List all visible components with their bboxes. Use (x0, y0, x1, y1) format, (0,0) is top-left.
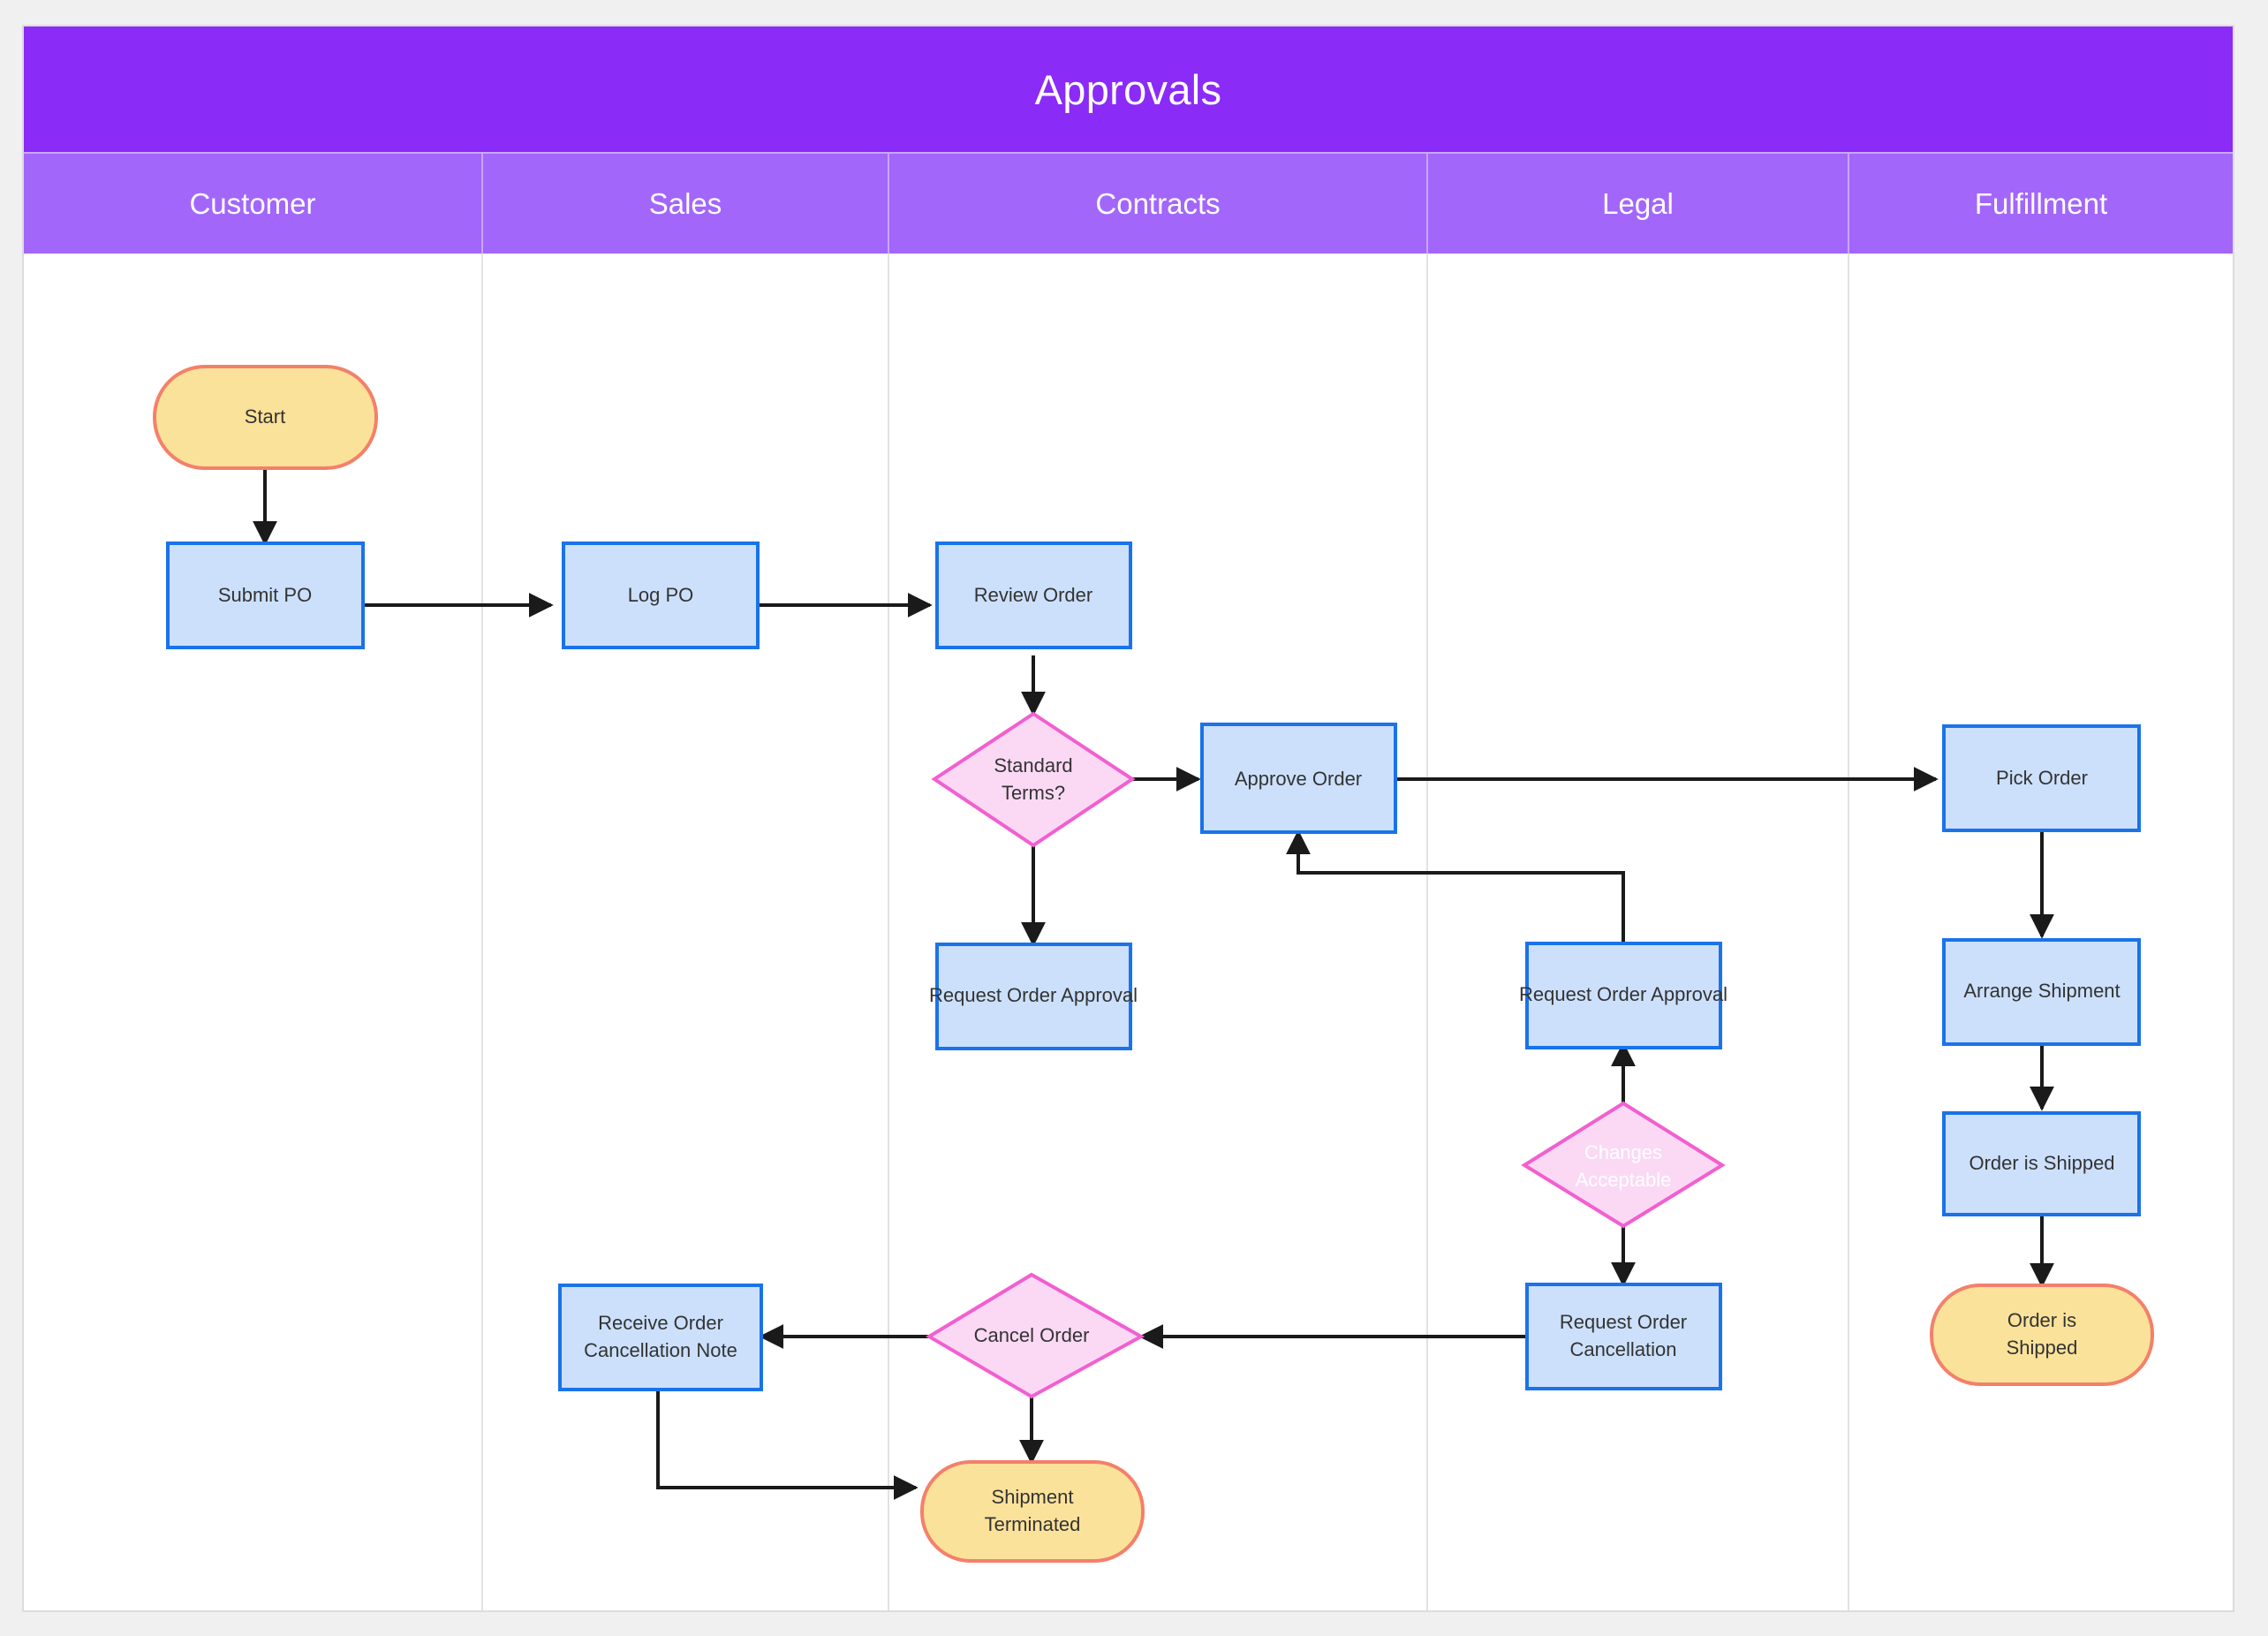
node-standard-terms-label-line2: Terms? (1002, 782, 1065, 804)
node-contracts-request-order-approval-label: Request Order Approval (929, 984, 1138, 1006)
lane-header-label-legal: Legal (1602, 186, 1674, 220)
lane-body-sales (483, 254, 889, 1610)
node-request-order-cancellation-shape (1525, 1283, 1722, 1390)
node-standard-terms-label-line1: Standard (994, 754, 1072, 776)
lane-body-legal (1428, 254, 1849, 1610)
node-receive-order-cancellation-note-shape (558, 1284, 763, 1391)
node-receive-order-cancellation-note-label-line1: Receive Order (598, 1312, 723, 1334)
lane-header-label-fulfillment: Fulfillment (1974, 186, 2108, 220)
node-start-label: Start (245, 405, 285, 428)
node-review-order-label: Review Order (974, 584, 1092, 606)
node-order-is-shipped-terminal-label-line2: Shipped (2007, 1337, 2078, 1359)
node-log-po-label: Log PO (628, 584, 694, 606)
swimlane-diagram: Approvals Customer Sales Contracts Legal… (22, 25, 2234, 1612)
node-receive-order-cancellation-note-label-line2: Cancellation Note (584, 1339, 737, 1361)
node-pick-order-label: Pick Order (1996, 767, 2088, 789)
lane-header-row: Customer Sales Contracts Legal Fulfillme… (24, 152, 2233, 254)
node-arrange-shipment-label: Arrange Shipment (1963, 980, 2120, 1002)
node-shipment-terminated[interactable]: Shipment Terminated (920, 1460, 1145, 1563)
node-order-is-shipped-step-label: Order is Shipped (1969, 1152, 2114, 1174)
node-cancel-order-label: Cancel Order (974, 1324, 1090, 1346)
node-start[interactable]: Start (153, 365, 378, 470)
node-shipment-terminated-label-line2: Terminated (985, 1513, 1081, 1535)
lane-header-legal[interactable]: Legal (1428, 152, 1849, 254)
node-legal-request-order-approval-label: Request Order Approval (1519, 983, 1727, 1005)
node-changes-acceptable-label-line1: Changes (1584, 1141, 1662, 1163)
node-legal-request-order-approval[interactable]: Request Order Approval (1519, 942, 1727, 1049)
node-pick-order[interactable]: Pick Order (1942, 724, 2141, 832)
node-submit-po-label: Submit PO (218, 584, 312, 606)
node-changes-acceptable-label-line2: Acceptable (1576, 1169, 1672, 1191)
lane-header-sales[interactable]: Sales (483, 152, 889, 254)
node-approve-order[interactable]: Approve Order (1200, 723, 1397, 834)
lane-header-label-contracts: Contracts (1095, 186, 1221, 220)
node-order-is-shipped-terminal-label-line1: Order is (2007, 1309, 2076, 1331)
node-shipment-terminated-shape (920, 1460, 1145, 1563)
node-receive-order-cancellation-note[interactable]: Receive Order Cancellation Note (558, 1284, 763, 1391)
node-request-order-cancellation-label-line1: Request Order (1560, 1311, 1687, 1333)
lane-body-contracts (889, 254, 1428, 1610)
screenshot-canvas: Approvals Customer Sales Contracts Legal… (0, 0, 2268, 1636)
node-arrange-shipment[interactable]: Arrange Shipment (1942, 938, 2141, 1046)
node-log-po[interactable]: Log PO (562, 542, 760, 649)
lane-header-label-sales: Sales (648, 186, 722, 220)
node-order-is-shipped-step[interactable]: Order is Shipped (1942, 1111, 2141, 1216)
node-approve-order-label: Approve Order (1235, 768, 1362, 790)
diagram-title: Approvals (1034, 65, 1222, 113)
node-review-order[interactable]: Review Order (935, 542, 1132, 649)
lane-header-label-customer: Customer (189, 186, 316, 220)
lane-body-fulfillment (1849, 254, 2233, 1610)
node-submit-po[interactable]: Submit PO (166, 542, 365, 649)
lane-header-customer[interactable]: Customer (24, 152, 483, 254)
node-request-order-cancellation-label-line2: Cancellation (1569, 1338, 1676, 1360)
lane-header-contracts[interactable]: Contracts (889, 152, 1428, 254)
node-order-is-shipped-terminal-shape (1930, 1284, 2154, 1386)
lane-header-fulfillment[interactable]: Fulfillment (1849, 152, 2233, 254)
node-shipment-terminated-label-line1: Shipment (992, 1486, 1074, 1508)
node-request-order-cancellation[interactable]: Request Order Cancellation (1525, 1283, 1722, 1390)
node-contracts-request-order-approval[interactable]: Request Order Approval (929, 943, 1138, 1050)
node-order-is-shipped-terminal[interactable]: Order is Shipped (1930, 1284, 2154, 1386)
diagram-title-bar: Approvals (24, 27, 2233, 152)
